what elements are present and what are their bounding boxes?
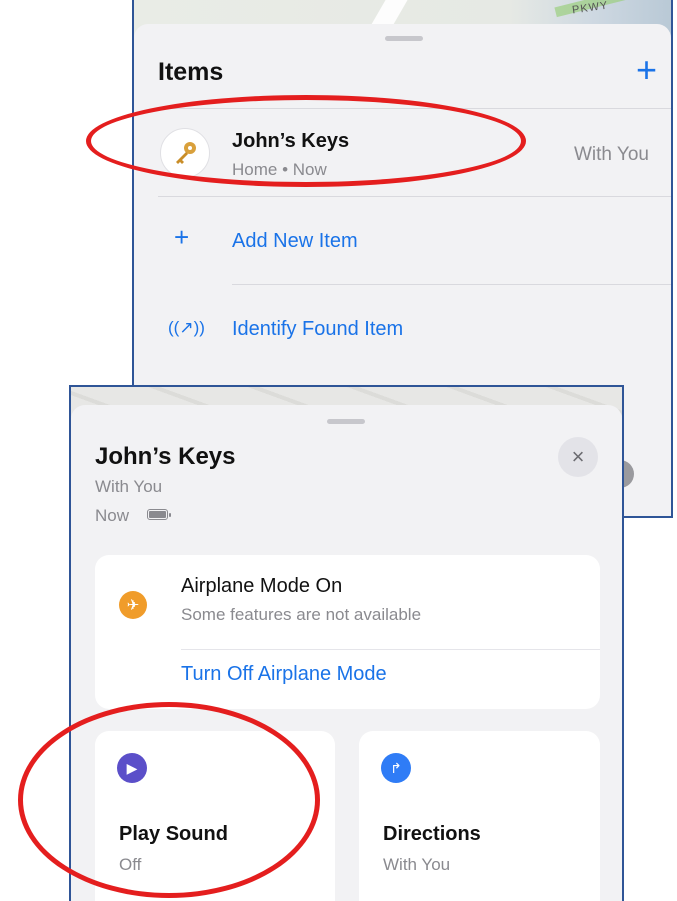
add-item-button[interactable]: + xyxy=(636,52,657,88)
highlight-circle-play-sound xyxy=(18,702,320,898)
directions-title: Directions xyxy=(383,823,481,845)
divider xyxy=(232,284,671,285)
divider xyxy=(181,649,600,650)
close-button[interactable]: × xyxy=(558,437,598,477)
directions-status: With You xyxy=(383,855,451,874)
map-parkway xyxy=(554,0,664,18)
airplane-icon: ✈ xyxy=(119,591,147,619)
turn-off-airplane-mode-link[interactable]: Turn Off Airplane Mode xyxy=(181,663,387,686)
detail-title: John’s Keys xyxy=(95,443,236,470)
directions-icon: ↱ xyxy=(381,753,411,783)
add-new-item-label: Add New Item xyxy=(232,230,358,252)
highlight-circle-item xyxy=(86,95,526,187)
plus-icon: + xyxy=(174,222,190,252)
item-status: With You xyxy=(574,144,649,165)
sheet-grabber[interactable] xyxy=(385,36,423,41)
airplane-mode-title: Airplane Mode On xyxy=(181,575,343,597)
divider xyxy=(158,196,671,197)
airplane-mode-card: ✈ Airplane Mode On Some features are not… xyxy=(95,555,600,709)
sheet-grabber[interactable] xyxy=(327,419,365,424)
airplane-mode-subtitle: Some features are not available xyxy=(181,605,422,624)
items-title: Items xyxy=(158,58,224,86)
identify-found-item-label: Identify Found Item xyxy=(232,318,404,340)
detail-time: Now xyxy=(95,506,130,525)
location-signal-icon: ((↗)) xyxy=(168,318,205,337)
detail-status: With You xyxy=(95,477,163,496)
directions-button[interactable]: ↱ Directions With You xyxy=(359,731,600,901)
battery-icon xyxy=(147,509,171,520)
